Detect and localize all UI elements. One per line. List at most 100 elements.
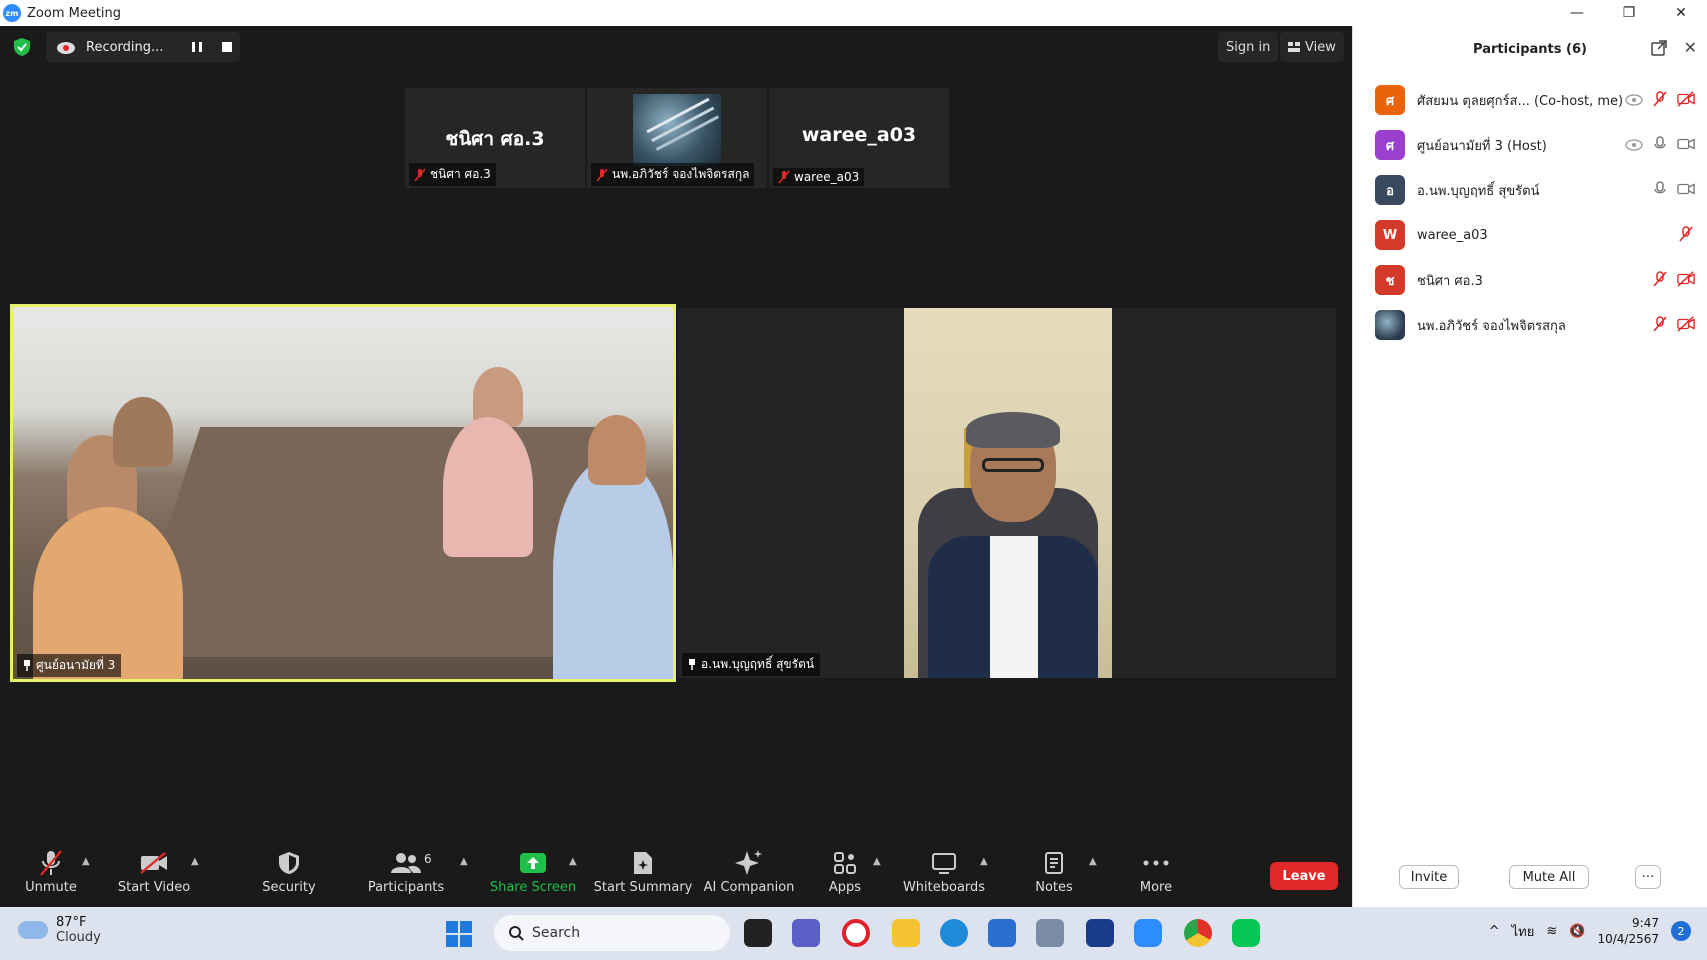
title-bar: zm Zoom Meeting — ❐ ✕ <box>0 0 1707 26</box>
microphone-icon[interactable] <box>1651 135 1669 153</box>
notes-options-caret[interactable]: ▲ <box>1089 856 1097 867</box>
shield-icon[interactable] <box>14 38 30 56</box>
apps-button[interactable]: Apps <box>826 848 864 904</box>
clock[interactable]: 9:47 10/4/2567 <box>1597 915 1659 947</box>
ai-companion-button[interactable]: AI Companion <box>704 848 794 904</box>
line-app-icon[interactable] <box>1232 919 1260 947</box>
notes-button[interactable]: Notes <box>1034 848 1074 904</box>
view-button[interactable]: View <box>1280 32 1344 62</box>
mic-muted-icon[interactable] <box>1651 315 1669 333</box>
edge-icon[interactable] <box>940 919 968 947</box>
mic-muted-icon <box>778 170 790 184</box>
participant-row[interactable]: ศ ศูนย์อนามัยที่ 3 (Host) <box>1375 123 1695 167</box>
mic-muted-icon <box>414 167 426 182</box>
pin-icon <box>689 659 695 670</box>
teams-icon[interactable] <box>792 919 820 947</box>
windows-taskbar: 87°F Cloudy Search ^ ไทย ≋ 🔇 9:47 10/4/2… <box>0 907 1707 960</box>
panel-footer: Invite Mute All ··· <box>1353 865 1707 895</box>
mic-muted-icon[interactable] <box>1651 90 1669 108</box>
video-name-label: อ.นพ.บุญฤทธิ์ สุขรัตน์ <box>682 653 821 676</box>
restore-button[interactable]: ❐ <box>1603 0 1655 26</box>
participant-row[interactable]: ช ชนิศา ศอ.3 <box>1375 258 1695 302</box>
chrome-icon[interactable] <box>1184 919 1212 947</box>
opera-icon[interactable] <box>842 919 870 947</box>
speaker-muted-icon[interactable]: 🔇 <box>1569 924 1585 939</box>
microphone-muted-icon <box>40 850 62 876</box>
audio-options-caret[interactable]: ▲ <box>82 856 90 867</box>
video-options-caret[interactable]: ▲ <box>191 856 199 867</box>
zoom-logo-icon: zm <box>3 4 21 22</box>
start-video-button[interactable]: Start Video <box>118 848 190 904</box>
participant-row[interactable]: ศ ศัสยมน ตุลยศุกร์ส... (Co-host, me) <box>1375 78 1695 122</box>
participant-video[interactable] <box>904 308 1112 678</box>
stop-recording-button[interactable] <box>222 42 232 52</box>
more-button[interactable]: More <box>1136 848 1176 904</box>
panel-more-button[interactable]: ··· <box>1635 865 1661 889</box>
webex-icon[interactable] <box>1086 919 1114 947</box>
invite-button[interactable]: Invite <box>1399 865 1459 889</box>
participant-name: ชนิศา ศอ.3 <box>1417 273 1483 289</box>
video-off-icon[interactable] <box>1677 90 1695 108</box>
minimize-button[interactable]: — <box>1551 0 1603 26</box>
video-name-text: ศูนย์อนามัยที่ 3 <box>36 658 116 672</box>
whiteboards-button[interactable]: Whiteboards <box>903 848 985 904</box>
thumbnail-label: waree_a03 <box>773 168 865 186</box>
participants-label: Participants <box>367 880 445 895</box>
task-view-icon[interactable] <box>744 919 772 947</box>
thumbnail-tile[interactable]: waree_a03 waree_a03 <box>769 88 949 188</box>
popout-icon[interactable] <box>1651 40 1667 56</box>
video-off-icon[interactable] <box>1677 315 1695 333</box>
mic-muted-icon[interactable] <box>1677 225 1695 243</box>
grid-view-icon <box>1288 42 1300 52</box>
close-window-button[interactable]: ✕ <box>1655 0 1707 26</box>
video-off-icon[interactable] <box>1677 270 1695 288</box>
mute-all-button[interactable]: Mute All <box>1509 865 1589 889</box>
app-icon[interactable] <box>1036 919 1064 947</box>
share-screen-icon <box>520 853 546 873</box>
participants-button[interactable]: Participants <box>368 848 444 904</box>
participant-row[interactable]: W waree_a03 <box>1375 213 1695 257</box>
participant-name: ศูนย์อนามัยที่ 3 (Host) <box>1417 138 1547 154</box>
thumbnail-tile[interactable]: ชนิศา ศอ.3 ชนิศา ศอ.3 <box>405 88 585 188</box>
participants-count: 6 <box>424 852 432 866</box>
person-hair <box>966 412 1060 448</box>
participant-row[interactable]: อ อ.นพ.บุญฤทธิ์ สุขรัตน์ <box>1375 168 1695 212</box>
person-figure <box>588 415 646 485</box>
leave-button[interactable]: Leave <box>1270 862 1338 890</box>
share-options-caret[interactable]: ▲ <box>569 856 577 867</box>
notification-badge[interactable]: 2 <box>1671 921 1691 941</box>
pause-recording-button[interactable] <box>192 42 202 52</box>
avatar <box>1375 310 1405 340</box>
taskbar-search[interactable]: Search <box>494 915 730 951</box>
chevron-up-icon[interactable]: ^ <box>1489 924 1500 939</box>
mic-muted-icon[interactable] <box>1651 270 1669 288</box>
close-panel-icon[interactable]: ✕ <box>1684 38 1697 57</box>
video-icon[interactable] <box>1677 180 1695 198</box>
security-button[interactable]: Security <box>258 848 320 904</box>
zoom-taskbar-icon[interactable] <box>1134 919 1162 947</box>
windows-start-icon[interactable] <box>446 921 472 947</box>
microphone-icon[interactable] <box>1651 180 1669 198</box>
video-icon[interactable] <box>1677 135 1695 153</box>
thumbnail-label-text: waree_a03 <box>794 170 860 184</box>
sign-in-button[interactable]: Sign in <box>1218 32 1279 62</box>
wifi-icon[interactable]: ≋ <box>1546 924 1557 939</box>
person-figure <box>113 397 173 467</box>
thumbnail-tile[interactable]: นพ.อภิวัชร์ จองไพจิตรสกุล <box>587 88 767 188</box>
active-speaker-video[interactable]: ศูนย์อนามัยที่ 3 <box>10 304 676 682</box>
participants-options-caret[interactable]: ▲ <box>460 856 468 867</box>
start-summary-button[interactable]: Start Summary <box>594 848 692 904</box>
unmute-button[interactable]: Unmute <box>20 848 82 904</box>
weather-condition: Cloudy <box>56 930 101 945</box>
whiteboard-icon <box>932 853 956 874</box>
share-screen-button[interactable]: Share Screen <box>490 848 576 904</box>
file-explorer-icon[interactable] <box>892 919 920 947</box>
store-icon[interactable] <box>988 919 1016 947</box>
apps-options-caret[interactable]: ▲ <box>873 856 881 867</box>
avatar: อ <box>1375 175 1405 205</box>
language-indicator[interactable]: ไทย <box>1512 921 1535 942</box>
summary-document-icon <box>634 852 652 874</box>
participant-row[interactable]: นพ.อภิวัชร์ จองไพจิตรสกุล <box>1375 303 1695 347</box>
weather-widget[interactable]: 87°F Cloudy <box>18 915 101 945</box>
whiteboards-options-caret[interactable]: ▲ <box>980 856 988 867</box>
